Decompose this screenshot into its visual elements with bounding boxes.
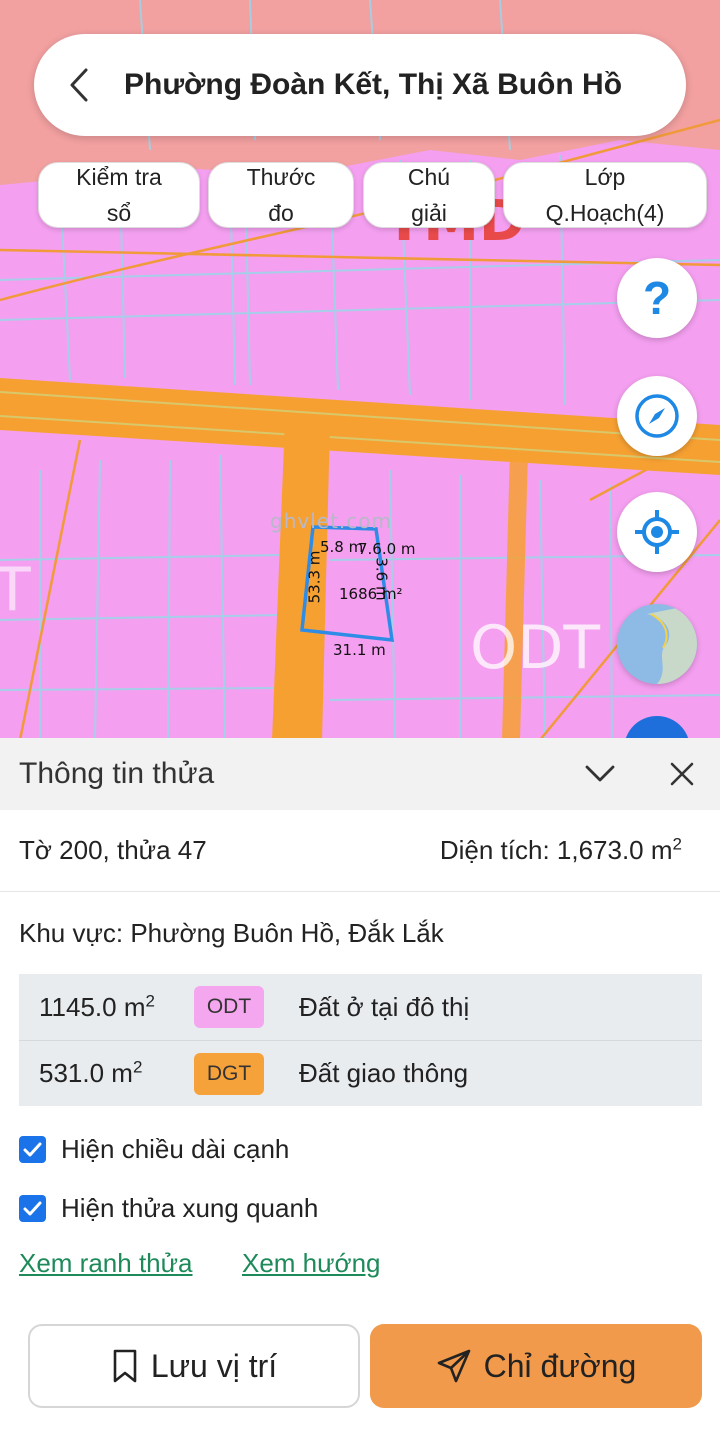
edge-label-top-right: 7.6.0 m bbox=[358, 540, 416, 558]
land-use-row: 531.0 m2 DGT Đất giao thông bbox=[19, 1040, 702, 1106]
locate-icon bbox=[635, 510, 679, 554]
land-use-row: 1145.0 m2 ODT Đất ở tại đô thị bbox=[19, 974, 702, 1040]
land-description: Đất ở tại đô thị bbox=[299, 991, 470, 1022]
zone-label-left: T bbox=[0, 555, 31, 625]
land-use-table: 1145.0 m2 ODT Đất ở tại đô thị 531.0 m2 … bbox=[19, 974, 702, 1106]
edge-label-top-left: 5.8 m bbox=[320, 538, 364, 556]
chip-label-line2: giải bbox=[411, 200, 447, 226]
compass-icon bbox=[635, 394, 679, 438]
send-icon bbox=[437, 1349, 470, 1383]
amount-text: 1145.0 m bbox=[39, 991, 146, 1022]
sheet-header: Thông tin thửa bbox=[0, 738, 720, 810]
back-button[interactable] bbox=[34, 34, 124, 136]
parcel-area-label: 1686 m² bbox=[339, 585, 403, 603]
parcel-area: Diện tích: 1,673.0 m2 bbox=[440, 835, 682, 866]
show-surrounding-parcels-toggle[interactable]: Hiện thửa xung quanh bbox=[0, 1179, 720, 1238]
map-layer-button[interactable] bbox=[617, 604, 697, 684]
chip-label-line1: Chú bbox=[407, 164, 451, 190]
save-location-button[interactable]: Lưu vị trí bbox=[28, 1324, 360, 1408]
chip-label-line1: Kiểm tra bbox=[76, 164, 162, 190]
edge-label-left: 53.3 m bbox=[305, 550, 324, 604]
parcel-summary-row: Tờ 200, thửa 47 Diện tích: 1,673.0 m2 bbox=[0, 810, 720, 892]
area-text: Diện tích: 1,673.0 m bbox=[439, 835, 673, 865]
amount-text: 531.0 m bbox=[39, 1058, 133, 1088]
checkbox-checked-icon[interactable] bbox=[19, 1136, 46, 1163]
land-description: Đất giao thông bbox=[299, 1058, 469, 1088]
chevron-down-icon bbox=[585, 765, 615, 782]
chip-label-line2: sổ bbox=[106, 200, 132, 226]
globe-icon bbox=[617, 604, 697, 684]
save-location-label: Lưu vị trí bbox=[150, 1347, 278, 1384]
links-row: Xem ranh thửa Xem hướng bbox=[0, 1238, 720, 1298]
map-watermark: ghvlet.com bbox=[270, 509, 392, 533]
view-direction-link[interactable]: Xem hướng bbox=[242, 1248, 381, 1279]
checkbox-label: Hiện chiều dài cạnh bbox=[61, 1134, 290, 1164]
land-amount: 531.0 m2 bbox=[39, 1058, 142, 1089]
chip-chu-giai[interactable]: Chú giải bbox=[363, 162, 495, 228]
chip-label-line2: Q.Hoạch(4) bbox=[545, 200, 665, 226]
chip-label-line1: Thước bbox=[246, 164, 316, 190]
area-location: Khu vực: Phường Buôn Hồ, Đắk Lắk bbox=[19, 917, 444, 948]
compass-button[interactable] bbox=[617, 376, 697, 456]
directions-label: Chỉ đường bbox=[483, 1347, 637, 1384]
chip-lop-quy-hoach[interactable]: Lớp Q.Hoạch(4) bbox=[503, 162, 707, 228]
sheet-title: Thông tin thửa bbox=[19, 757, 215, 790]
show-edge-length-toggle[interactable]: Hiện chiều dài cạnh bbox=[0, 1120, 720, 1179]
help-button[interactable]: ? bbox=[617, 258, 697, 338]
directions-button[interactable]: Chỉ đường bbox=[370, 1324, 702, 1408]
close-button[interactable] bbox=[662, 754, 702, 794]
chip-label-line1: Lớp bbox=[584, 164, 626, 190]
land-amount: 1145.0 m2 bbox=[39, 992, 155, 1023]
page-title: Phường Đoàn Kết, Thị Xã Buôn Hồ bbox=[124, 68, 623, 101]
checkbox-label: Hiện thửa xung quanh bbox=[61, 1193, 319, 1223]
edge-label-bottom: 31.1 m bbox=[333, 641, 386, 659]
collapse-button[interactable] bbox=[580, 754, 620, 794]
location-header: Phường Đoàn Kết, Thị Xã Buôn Hồ bbox=[34, 34, 686, 136]
locate-button[interactable] bbox=[617, 492, 697, 572]
parcel-info-sheet: Thông tin thửa Tờ 200, thửa 47 Diện tích… bbox=[0, 738, 720, 1430]
area-unit-exponent: 2 bbox=[672, 834, 682, 854]
chip-label-line2: đo bbox=[268, 200, 294, 226]
amount-exponent: 2 bbox=[132, 1057, 143, 1077]
chip-thuoc-do[interactable]: Thước đo bbox=[208, 162, 354, 228]
chip-kiem-tra-so[interactable]: Kiểm tra sổ bbox=[38, 162, 200, 228]
land-code-badge: DGT bbox=[194, 1052, 264, 1095]
close-icon bbox=[670, 762, 694, 786]
parcel-reference: Tờ 200, thửa 47 bbox=[19, 835, 207, 865]
help-icon: ? bbox=[642, 272, 672, 324]
bookmark-icon bbox=[113, 1349, 137, 1383]
amount-exponent: 2 bbox=[145, 990, 155, 1010]
view-boundary-link[interactable]: Xem ranh thửa bbox=[19, 1248, 193, 1279]
zone-label-odt: ODT bbox=[470, 613, 600, 683]
checkbox-checked-icon[interactable] bbox=[19, 1195, 46, 1222]
chevron-left-icon bbox=[70, 68, 88, 102]
map-view[interactable]: TMD ODT T ghvlet.com 5.8 m 7.6.0 m 53.3 … bbox=[0, 0, 720, 740]
land-code-badge: ODT bbox=[194, 986, 264, 1028]
